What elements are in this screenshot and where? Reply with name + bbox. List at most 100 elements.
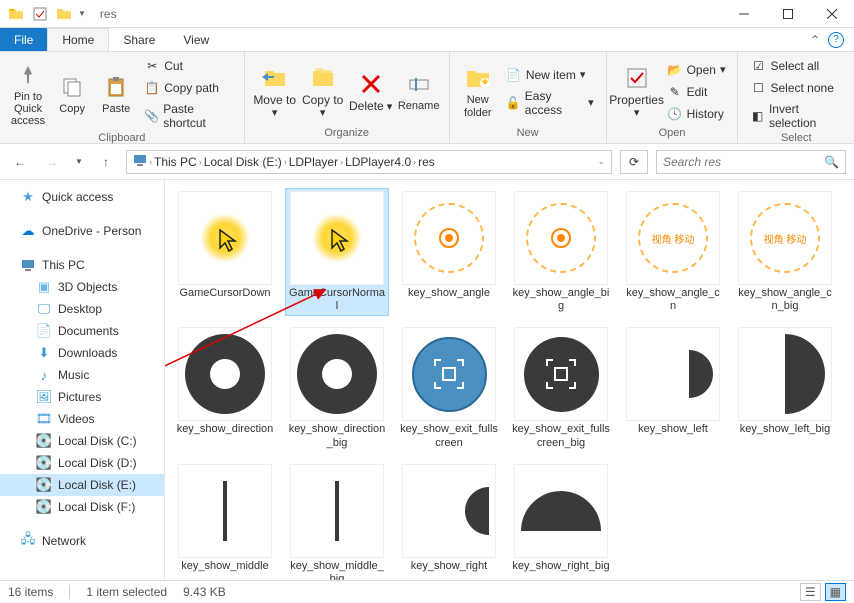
properties-button[interactable]: Properties ▾ [615, 58, 659, 126]
open-button[interactable]: 📂Open ▾ [663, 60, 730, 80]
details-view-button[interactable]: ☰ [800, 583, 821, 601]
sidebar-item-pictures[interactable]: 🖼Pictures [0, 386, 164, 408]
crumb-p2[interactable]: LDPlayer4.0 › [345, 155, 416, 169]
breadcrumb-dropdown-icon[interactable]: ⌄ [597, 156, 605, 167]
ribbon-collapse-icon[interactable]: ⌃ [810, 33, 820, 47]
new-item-icon: 📄 [506, 67, 522, 83]
maximize-button[interactable] [766, 0, 810, 28]
select-none-button[interactable]: ☐Select none [746, 78, 846, 98]
crumb-p1[interactable]: LDPlayer › [289, 155, 343, 169]
new-folder-icon: ✦ [464, 64, 492, 92]
tab-home[interactable]: Home [47, 28, 109, 51]
window-title: res [100, 7, 117, 21]
sidebar-item-onedrive[interactable]: ☁OneDrive - Person [0, 220, 164, 242]
file-item[interactable]: key_show_middle [173, 461, 277, 580]
copy-button[interactable]: Copy [52, 60, 92, 128]
minimize-button[interactable] [722, 0, 766, 28]
file-name: key_show_angle_cn_big [736, 287, 834, 313]
file-name: key_show_exit_fullscreen_big [512, 423, 610, 449]
up-button[interactable]: ↑ [94, 150, 118, 174]
close-button[interactable] [810, 0, 854, 28]
drive-icon: 💽 [36, 477, 52, 493]
sidebar-item-diskd[interactable]: 💽Local Disk (D:) [0, 452, 164, 474]
sidebar-item-desktop[interactable]: 🖵Desktop [0, 298, 164, 320]
select-all-button[interactable]: ☑Select all [746, 56, 846, 76]
paste-button[interactable]: Paste [96, 60, 136, 128]
new-item-button[interactable]: 📄New item ▾ [502, 65, 598, 85]
paste-shortcut-button[interactable]: 📎Paste shortcut [140, 100, 235, 132]
file-thumbnail [402, 191, 496, 285]
file-thumbnail [178, 464, 272, 558]
downloads-icon: ⬇ [36, 345, 52, 361]
pin-to-quick-access-button[interactable]: Pin to Quick access [8, 60, 48, 128]
sidebar-item-diske[interactable]: 💽Local Disk (E:) [0, 474, 164, 496]
breadcrumb[interactable]: › This PC › Local Disk (E:) › LDPlayer ›… [126, 150, 612, 174]
file-item[interactable]: GameCursorNormal [285, 188, 389, 316]
sidebar-item-music[interactable]: ♪Music [0, 364, 164, 386]
file-item[interactable]: key_show_direction_big [285, 324, 389, 452]
tab-share[interactable]: Share [109, 28, 169, 51]
easy-access-button[interactable]: 🔓Easy access ▾ [502, 87, 598, 119]
sidebar-item-diskc[interactable]: 💽Local Disk (C:) [0, 430, 164, 452]
crumb-drive[interactable]: Local Disk (E:) › [204, 155, 287, 169]
tab-view[interactable]: View [169, 28, 223, 51]
large-icons-view-button[interactable]: ▦ [825, 583, 846, 601]
file-item[interactable]: key_show_left_big [733, 324, 837, 452]
select-none-icon: ☐ [750, 80, 766, 96]
invert-selection-button[interactable]: ◧Invert selection [746, 100, 846, 132]
refresh-button[interactable]: ⟳ [620, 150, 648, 174]
file-item[interactable]: key_show_right_big [509, 461, 613, 580]
file-item[interactable]: key_show_angle [397, 188, 501, 316]
crumb-thispc[interactable]: This PC › [154, 155, 202, 169]
file-name: GameCursorDown [179, 287, 270, 300]
videos-icon: 🎞 [36, 411, 52, 427]
svg-text:✦: ✦ [480, 75, 490, 89]
sidebar-item-documents[interactable]: 📄Documents [0, 320, 164, 342]
qat-properties-icon[interactable] [30, 4, 50, 24]
sidebar-item-thispc[interactable]: This PC [0, 254, 164, 276]
rename-button[interactable]: Rename [397, 58, 441, 126]
file-item[interactable]: key_show_left [621, 324, 725, 452]
file-item[interactable]: key_show_middle_big [285, 461, 389, 580]
back-button[interactable]: ← [8, 150, 32, 174]
file-item[interactable]: key_show_angle_big [509, 188, 613, 316]
qat-dropdown-icon[interactable]: ▼ [78, 9, 86, 18]
help-icon[interactable]: ? [828, 32, 844, 48]
copy-path-button[interactable]: 📋Copy path [140, 78, 235, 98]
delete-button[interactable]: Delete ▾ [349, 58, 393, 126]
move-to-button[interactable]: Move to ▾ [253, 58, 297, 126]
file-item[interactable]: GameCursorDown [173, 188, 277, 316]
file-item[interactable]: key_show_exit_fullscreen [397, 324, 501, 452]
new-folder-button[interactable]: ✦ New folder [458, 58, 498, 126]
file-item[interactable]: 视角 移动key_show_angle_cn_big [733, 188, 837, 316]
crumb-p3[interactable]: res [418, 155, 435, 169]
file-thumbnail: 视角 移动 [626, 191, 720, 285]
sidebar-item-quick-access[interactable]: ★Quick access [0, 186, 164, 208]
history-button[interactable]: 🕓History [663, 104, 730, 124]
file-item[interactable]: key_show_exit_fullscreen_big [509, 324, 613, 452]
drive-icon: 💽 [36, 455, 52, 471]
forward-button[interactable]: → [40, 150, 64, 174]
sidebar-item-videos[interactable]: 🎞Videos [0, 408, 164, 430]
cut-button[interactable]: ✂Cut [140, 56, 235, 76]
search-input[interactable] [663, 155, 824, 169]
file-item[interactable]: key_show_right [397, 461, 501, 580]
properties-icon [623, 64, 651, 92]
sidebar-item-diskf[interactable]: 💽Local Disk (F:) [0, 496, 164, 518]
edit-button[interactable]: ✎Edit [663, 82, 730, 102]
file-name: key_show_angle_big [512, 287, 610, 313]
status-bar: 16 items 1 item selected 9.43 KB ☰ ▦ [0, 580, 854, 603]
edit-icon: ✎ [667, 84, 683, 100]
sidebar-item-downloads[interactable]: ⬇Downloads [0, 342, 164, 364]
tab-file[interactable]: File [0, 28, 47, 51]
file-name: key_show_middle [181, 560, 268, 573]
sidebar-item-network[interactable]: 🖧Network [0, 530, 164, 552]
status-item-count: 16 items [8, 585, 53, 599]
file-item[interactable]: key_show_direction [173, 324, 277, 452]
sidebar-item-3d-objects[interactable]: ▣3D Objects [0, 276, 164, 298]
recent-dropdown[interactable]: ▼ [72, 150, 86, 174]
file-item[interactable]: 视角 移动key_show_angle_cn [621, 188, 725, 316]
copy-to-button[interactable]: Copy to ▾ [301, 58, 345, 126]
cloud-icon: ☁ [20, 223, 36, 239]
search-box[interactable]: 🔍 [656, 150, 846, 174]
